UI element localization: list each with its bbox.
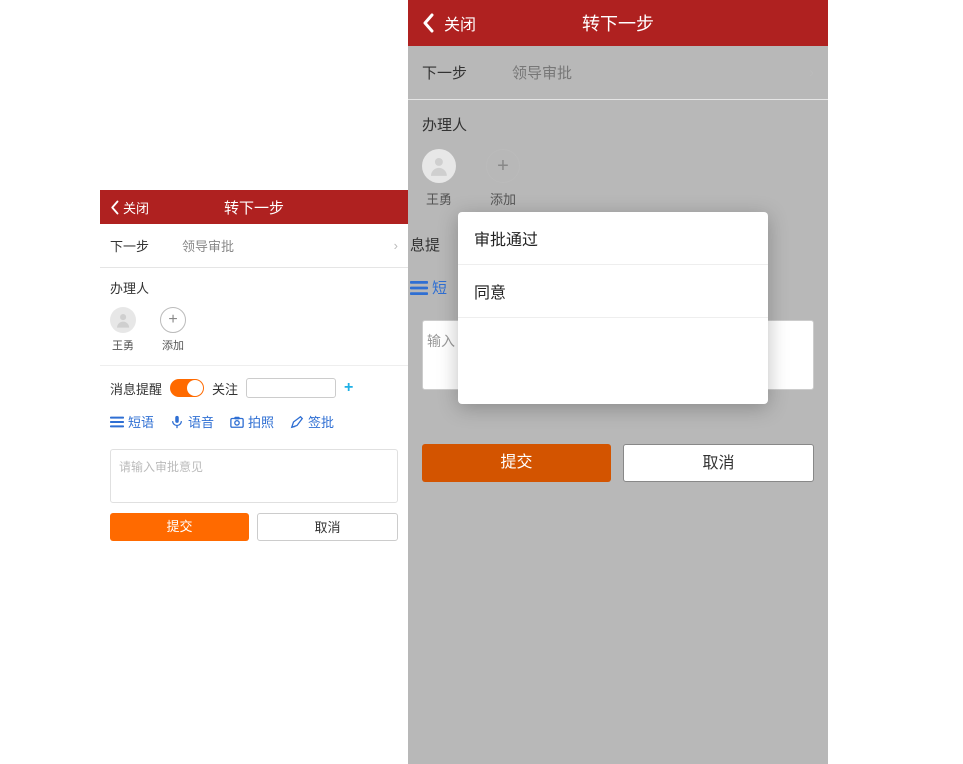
popup-blank-area xyxy=(458,318,768,404)
cancel-button[interactable]: 取消 xyxy=(257,513,398,541)
popup-option-agree[interactable]: 同意 xyxy=(458,265,768,318)
follow-label: 关注 xyxy=(212,379,238,398)
follow-input[interactable] xyxy=(246,378,336,398)
next-step-label: 下一步 xyxy=(422,62,512,83)
person-avatar-icon xyxy=(422,149,456,183)
next-step-label: 下一步 xyxy=(110,236,182,255)
plus-icon: + xyxy=(160,307,186,333)
camera-icon xyxy=(230,415,244,429)
add-handler-button[interactable]: + 添加 xyxy=(486,149,520,208)
phrase-button[interactable]: 短语 xyxy=(110,412,154,431)
notify-toggle[interactable] xyxy=(170,379,204,397)
options-popup: 审批通过 同意 xyxy=(458,212,768,404)
chevron-left-icon xyxy=(422,13,434,33)
list-icon xyxy=(110,415,124,429)
submit-button[interactable]: 提交 xyxy=(422,444,611,482)
action-row: 短语 语音 拍照 签批 xyxy=(100,404,408,441)
handler-person[interactable]: 王勇 xyxy=(422,149,456,208)
notify-label: 消息提醒 xyxy=(110,379,162,398)
header: 关闭 转下一步 xyxy=(408,0,828,46)
button-row: 提交 取消 xyxy=(408,430,828,496)
people-row: 王勇 + 添加 xyxy=(100,303,408,366)
person-name: 王勇 xyxy=(426,189,452,208)
person-avatar-icon xyxy=(110,307,136,333)
opinion-placeholder: 请输入审批意见 xyxy=(119,460,203,474)
add-follow-icon[interactable]: + xyxy=(344,379,353,397)
next-step-row[interactable]: 下一步 领导审批 › xyxy=(408,46,828,100)
next-step-row[interactable]: 下一步 领导审批 › xyxy=(100,224,408,268)
back-button[interactable]: 关闭 xyxy=(100,198,149,217)
cancel-button[interactable]: 取消 xyxy=(623,444,814,482)
header: 关闭 转下一步 xyxy=(100,190,408,224)
close-label: 关闭 xyxy=(123,198,149,217)
plus-icon: + xyxy=(486,149,520,183)
back-button[interactable]: 关闭 xyxy=(408,11,476,35)
photo-button[interactable]: 拍照 xyxy=(230,412,274,431)
button-row: 提交 取消 xyxy=(100,503,408,551)
sign-label: 签批 xyxy=(308,412,334,431)
close-label: 关闭 xyxy=(444,11,476,35)
pen-icon xyxy=(290,415,304,429)
chevron-right-icon: › xyxy=(394,238,398,253)
opinion-textarea[interactable]: 请输入审批意见 xyxy=(110,449,398,503)
next-step-value: 领导审批 xyxy=(512,62,809,83)
sign-button[interactable]: 签批 xyxy=(290,412,334,431)
opinion-partial-text: 输入 xyxy=(427,333,455,349)
chevron-right-icon: › xyxy=(809,64,814,81)
phone-left: 关闭 转下一步 下一步 领导审批 › 办理人 王勇 + 添加 消息提醒 关注 + xyxy=(100,190,408,551)
photo-label: 拍照 xyxy=(248,412,274,431)
handler-section-title: 办理人 xyxy=(100,268,408,303)
chevron-left-icon xyxy=(110,200,119,215)
voice-label: 语音 xyxy=(188,412,214,431)
phrase-partial-label: 短 xyxy=(432,277,447,298)
phone-right: 关闭 转下一步 下一步 领导审批 › 办理人 王勇 + 添加 xyxy=(408,0,828,764)
add-label: 添加 xyxy=(162,337,184,353)
next-step-value: 领导审批 xyxy=(182,236,394,255)
add-label: 添加 xyxy=(490,189,516,208)
handler-person[interactable]: 王勇 xyxy=(110,307,136,353)
list-icon xyxy=(410,279,428,297)
mic-icon xyxy=(170,415,184,429)
handler-section-title: 办理人 xyxy=(408,100,828,143)
popup-option-approve[interactable]: 审批通过 xyxy=(458,212,768,265)
voice-button[interactable]: 语音 xyxy=(170,412,214,431)
notify-row: 消息提醒 关注 + xyxy=(100,366,408,404)
person-name: 王勇 xyxy=(112,337,134,353)
submit-button[interactable]: 提交 xyxy=(110,513,249,541)
add-handler-button[interactable]: + 添加 xyxy=(160,307,186,353)
phrase-label: 短语 xyxy=(128,412,154,431)
